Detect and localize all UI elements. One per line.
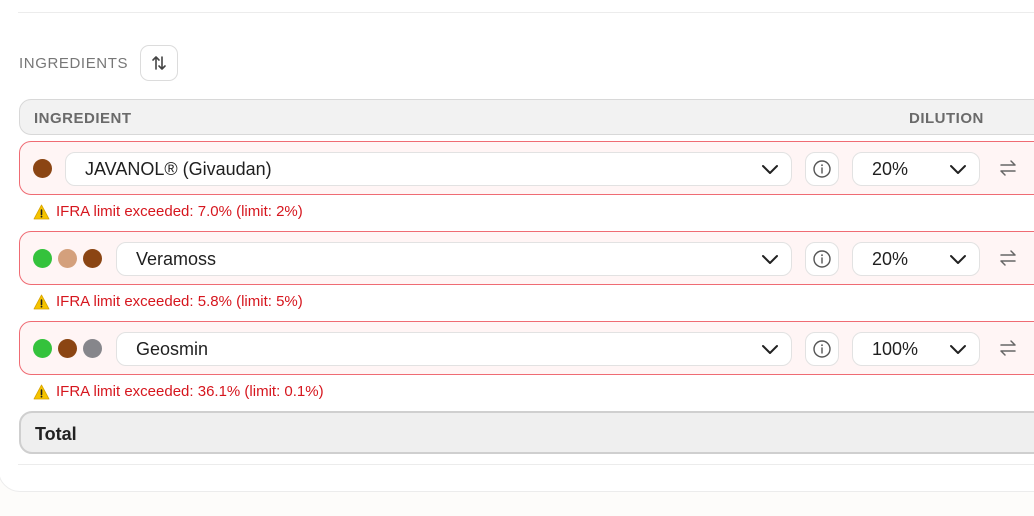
chevron-down-icon xyxy=(950,345,966,354)
sort-arrows-icon xyxy=(152,56,166,70)
color-dot xyxy=(83,339,102,358)
chevron-down-icon xyxy=(762,255,778,264)
chevron-down-icon xyxy=(762,345,778,354)
color-dots xyxy=(33,339,108,358)
color-dot xyxy=(33,159,52,178)
ingredient-select[interactable]: Veramoss xyxy=(116,242,792,276)
info-icon xyxy=(813,340,831,358)
ingredients-header: INGREDIENTS xyxy=(19,44,179,82)
column-header-dilution: DILUTION xyxy=(909,110,984,127)
warning-icon xyxy=(33,204,50,219)
table-header: INGREDIENT DILUTION xyxy=(19,99,1034,135)
ingredient-row: Geosmin 100% xyxy=(19,321,1034,375)
color-dot xyxy=(58,249,77,268)
ingredient-name: Geosmin xyxy=(136,338,209,359)
info-button[interactable] xyxy=(805,152,839,186)
warning-text: IFRA limit exceeded: 36.1% (limit: 0.1%) xyxy=(56,383,324,400)
divider xyxy=(18,464,1034,465)
ingredient-select[interactable]: JAVANOL® (Givaudan) xyxy=(65,152,792,186)
total-row: Total xyxy=(19,411,1034,454)
ingredient-name: JAVANOL® (Givaudan) xyxy=(85,158,272,179)
divider xyxy=(18,12,1034,13)
info-button[interactable] xyxy=(805,242,839,276)
dilution-value: 20% xyxy=(872,248,909,269)
chevron-down-icon xyxy=(950,165,966,174)
warning-icon xyxy=(33,384,50,399)
color-dots xyxy=(33,249,108,268)
dilution-select[interactable]: 20% xyxy=(852,152,980,186)
sort-button[interactable] xyxy=(140,45,179,81)
color-dot xyxy=(58,339,77,358)
section-title: INGREDIENTS xyxy=(19,54,129,72)
info-icon xyxy=(813,250,831,268)
swap-arrows-icon[interactable] xyxy=(998,339,1018,357)
info-button[interactable] xyxy=(805,332,839,366)
dilution-value: 20% xyxy=(872,158,909,179)
ingredient-select[interactable]: Geosmin xyxy=(116,332,792,366)
swap-arrows-icon[interactable] xyxy=(998,249,1018,267)
ingredient-row: Veramoss 20% xyxy=(19,231,1034,285)
warning-icon xyxy=(33,294,50,309)
color-dot xyxy=(33,339,52,358)
color-dot xyxy=(83,249,102,268)
swap-arrows-icon[interactable] xyxy=(998,159,1018,177)
total-label: Total xyxy=(35,424,77,444)
ifra-warning: IFRA limit exceeded: 5.8% (limit: 5%) xyxy=(33,293,303,310)
info-icon xyxy=(813,160,831,178)
warning-text: IFRA limit exceeded: 5.8% (limit: 5%) xyxy=(56,293,303,310)
ifra-warning: IFRA limit exceeded: 36.1% (limit: 0.1%) xyxy=(33,383,324,400)
color-dots xyxy=(33,159,58,178)
dilution-value: 100% xyxy=(872,338,919,359)
dilution-select[interactable]: 20% xyxy=(852,242,980,276)
ingredient-row: JAVANOL® (Givaudan) 20% xyxy=(19,141,1034,195)
dilution-select[interactable]: 100% xyxy=(852,332,980,366)
column-header-ingredient: INGREDIENT xyxy=(34,110,132,127)
chevron-down-icon xyxy=(950,255,966,264)
chevron-down-icon xyxy=(762,165,778,174)
ifra-warning: IFRA limit exceeded: 7.0% (limit: 2%) xyxy=(33,203,303,220)
ingredient-name: Veramoss xyxy=(136,248,217,269)
warning-text: IFRA limit exceeded: 7.0% (limit: 2%) xyxy=(56,203,303,220)
color-dot xyxy=(33,249,52,268)
